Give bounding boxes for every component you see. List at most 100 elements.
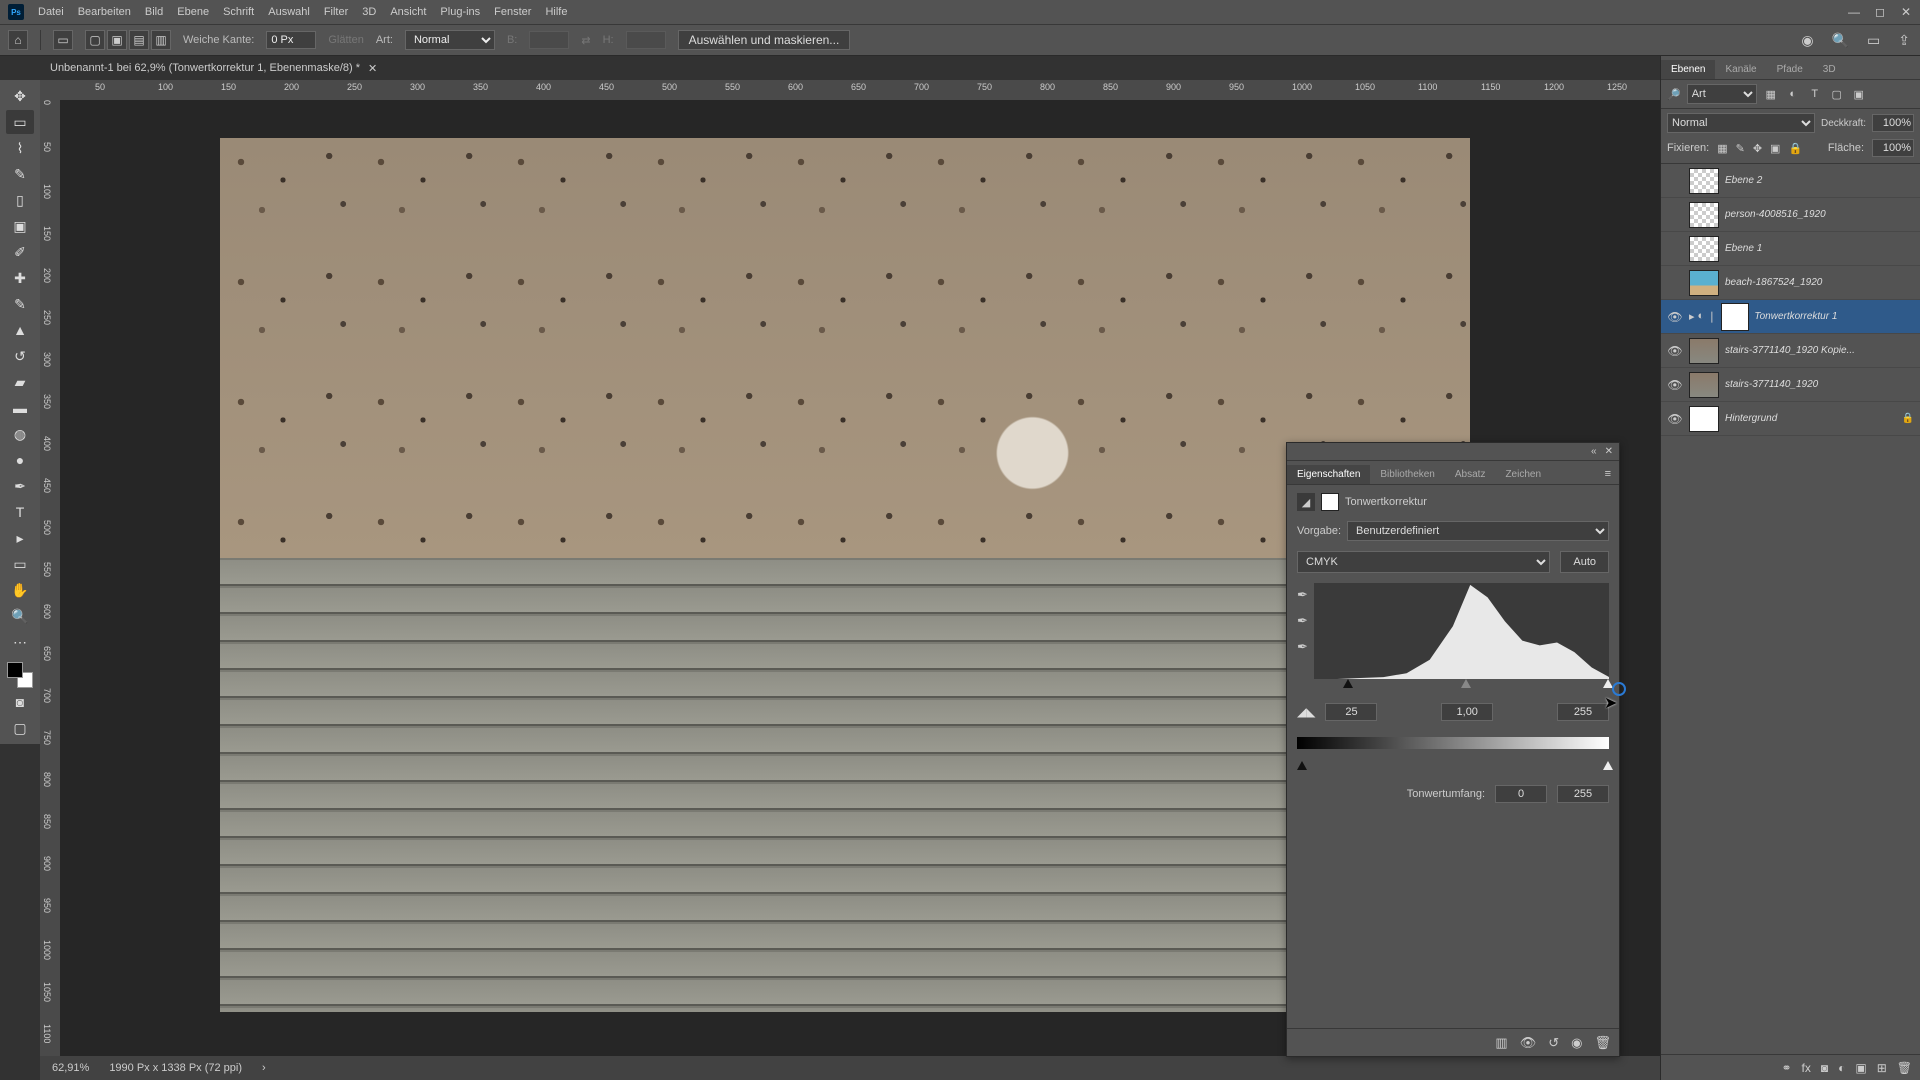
gradient-tool[interactable]: ▬ <box>6 396 34 420</box>
status-chevron-icon[interactable]: › <box>262 1062 266 1074</box>
menu-ebene[interactable]: Ebene <box>177 6 209 18</box>
levels-histogram[interactable] <box>1314 583 1609 679</box>
layer-row[interactable]: 👁stairs-3771140_1920 <box>1661 368 1920 402</box>
panel-collapse-icon[interactable]: « <box>1591 446 1597 457</box>
layer-name[interactable]: stairs-3771140_1920 Kopie... <box>1725 345 1914 356</box>
tab-3d[interactable]: 3D <box>1813 60 1846 79</box>
layer-visibility-icon[interactable]: 👁 <box>1667 412 1683 426</box>
reset-icon[interactable]: ↺ <box>1548 1035 1559 1051</box>
path-select-tool[interactable]: ▸ <box>6 526 34 550</box>
feather-input[interactable] <box>266 31 316 49</box>
menu-schrift[interactable]: Schrift <box>223 6 254 18</box>
delete-layer-icon[interactable]: 🗑 <box>1897 1061 1912 1075</box>
blend-mode-select[interactable]: Normal <box>1667 113 1815 133</box>
input-gamma-field[interactable] <box>1441 703 1493 721</box>
delete-adjustment-icon[interactable]: 🗑 <box>1594 1035 1611 1051</box>
marquee-thumb-icon[interactable]: ▭ <box>53 30 73 50</box>
panel-close-icon[interactable]: ✕ <box>1605 446 1613 457</box>
layer-row[interactable]: 👁 stairs-3771140_1920 Kopie... <box>1661 334 1920 368</box>
layer-fx-icon[interactable]: fx <box>1802 1061 1811 1075</box>
eraser-tool[interactable]: ▰ <box>6 370 34 394</box>
color-swatches[interactable] <box>7 662 33 688</box>
input-white-slider[interactable] <box>1603 679 1613 688</box>
panel-menu-icon[interactable]: ≡ <box>1597 464 1619 484</box>
ruler-vertical[interactable]: 0501001502002503003504004505005506006507… <box>40 100 60 1056</box>
menu-filter[interactable]: Filter <box>324 6 348 18</box>
layer-row[interactable]: 👁▸◐❘Tonwertkorrektur 1 <box>1661 300 1920 334</box>
layer-thumb[interactable] <box>1689 236 1719 262</box>
pen-tool[interactable]: ✒ <box>6 474 34 498</box>
layer-mask-thumb[interactable] <box>1722 304 1748 330</box>
lock-all-icon[interactable]: 🔒 <box>1788 142 1802 155</box>
new-layer-icon[interactable]: ⊞ <box>1877 1061 1887 1075</box>
healing-tool[interactable]: ✚ <box>6 266 34 290</box>
type-tool[interactable]: T <box>6 500 34 524</box>
filter-type-icon[interactable]: T <box>1807 86 1823 102</box>
menu-hilfe[interactable]: Hilfe <box>545 6 567 18</box>
lock-transparent-icon[interactable]: ▦ <box>1717 142 1727 155</box>
menu-fenster[interactable]: Fenster <box>494 6 531 18</box>
layer-name[interactable]: person-4008516_1920 <box>1725 209 1914 220</box>
layer-thumb[interactable] <box>1689 202 1719 228</box>
layer-row[interactable]: person-4008516_1920 <box>1661 198 1920 232</box>
quick-mask-icon[interactable]: ◙ <box>6 690 34 714</box>
filter-search-icon[interactable]: 🔎 <box>1667 88 1681 101</box>
add-mask-icon[interactable]: ◙ <box>1821 1061 1828 1075</box>
cloud-docs-icon[interactable]: ◉ <box>1801 32 1813 49</box>
layer-visibility-icon[interactable]: 👁 <box>1667 344 1683 358</box>
input-gamma-slider[interactable] <box>1461 679 1471 688</box>
window-minimize-icon[interactable]: — <box>1846 4 1862 20</box>
menu-plugins[interactable]: Plug-ins <box>440 6 480 18</box>
menu-bearbeiten[interactable]: Bearbeiten <box>78 6 131 18</box>
input-white-field[interactable] <box>1557 703 1609 721</box>
filter-type-select[interactable]: Art <box>1687 84 1757 104</box>
tab-zeichen[interactable]: Zeichen <box>1495 465 1551 484</box>
link-layers-icon[interactable]: ⚭ <box>1781 1061 1791 1075</box>
tab-eigenschaften[interactable]: Eigenschaften <box>1287 465 1370 484</box>
dodge-tool[interactable]: ● <box>6 448 34 472</box>
zoom-readout[interactable]: 62,91% <box>52 1062 89 1074</box>
select-and-mask-button[interactable]: Auswählen und maskieren... <box>678 30 851 50</box>
layer-thumb[interactable] <box>1689 338 1719 364</box>
clone-stamp-tool[interactable]: ▲ <box>6 318 34 342</box>
doc-info-readout[interactable]: 1990 Px x 1338 Px (72 ppi) <box>109 1062 242 1074</box>
layer-row[interactable]: 👁Hintergrund🔒 <box>1661 402 1920 436</box>
move-tool[interactable]: ✥ <box>6 84 34 108</box>
output-black-field[interactable] <box>1495 785 1547 803</box>
channel-select[interactable]: CMYK <box>1297 551 1550 573</box>
menu-ansicht[interactable]: Ansicht <box>390 6 426 18</box>
layer-thumb[interactable] <box>1689 406 1719 432</box>
input-black-slider[interactable] <box>1343 679 1353 688</box>
foreground-color-swatch[interactable] <box>7 662 23 678</box>
window-close-icon[interactable]: ✕ <box>1898 4 1914 20</box>
layer-name[interactable]: Ebene 2 <box>1725 175 1914 186</box>
style-select[interactable]: Normal <box>405 30 495 50</box>
preset-select[interactable]: Benutzerdefiniert <box>1347 521 1609 541</box>
layer-name[interactable]: beach-1867524_1920 <box>1725 277 1914 288</box>
window-restore-icon[interactable]: ◻ <box>1872 4 1888 20</box>
opacity-input[interactable] <box>1872 114 1914 132</box>
tab-absatz[interactable]: Absatz <box>1445 465 1496 484</box>
blur-tool[interactable]: ◍ <box>6 422 34 446</box>
menu-datei[interactable]: Datei <box>38 6 64 18</box>
home-icon[interactable]: ⌂ <box>8 30 28 50</box>
tab-ebenen[interactable]: Ebenen <box>1661 60 1715 79</box>
fill-input[interactable] <box>1872 139 1914 157</box>
sel-subtract-icon[interactable]: ▤ <box>129 30 149 50</box>
lock-pixels-icon[interactable]: ✎ <box>1736 142 1745 155</box>
document-tab[interactable]: Unbenannt-1 bei 62,9% (Tonwertkorrektur … <box>40 58 387 79</box>
white-eyedropper-icon[interactable]: ✒ <box>1297 639 1308 655</box>
view-previous-icon[interactable]: 👁 <box>1520 1035 1537 1051</box>
new-group-icon[interactable]: ▣ <box>1855 1061 1866 1075</box>
menu-3d[interactable]: 3D <box>362 6 376 18</box>
output-white-slider[interactable] <box>1603 761 1613 770</box>
layer-lock-icon[interactable]: 🔒 <box>1902 413 1914 424</box>
ruler-horizontal[interactable]: 0501001502002503003504004505005506006507… <box>40 80 1660 100</box>
input-black-field[interactable] <box>1325 703 1377 721</box>
toggle-visibility-icon[interactable]: ◉ <box>1571 1035 1582 1051</box>
tab-pfade[interactable]: Pfade <box>1767 60 1813 79</box>
screen-mode-icon[interactable]: ▢ <box>6 716 34 740</box>
output-white-field[interactable] <box>1557 785 1609 803</box>
close-tab-icon[interactable]: ✕ <box>368 62 377 75</box>
layer-thumb[interactable] <box>1689 372 1719 398</box>
